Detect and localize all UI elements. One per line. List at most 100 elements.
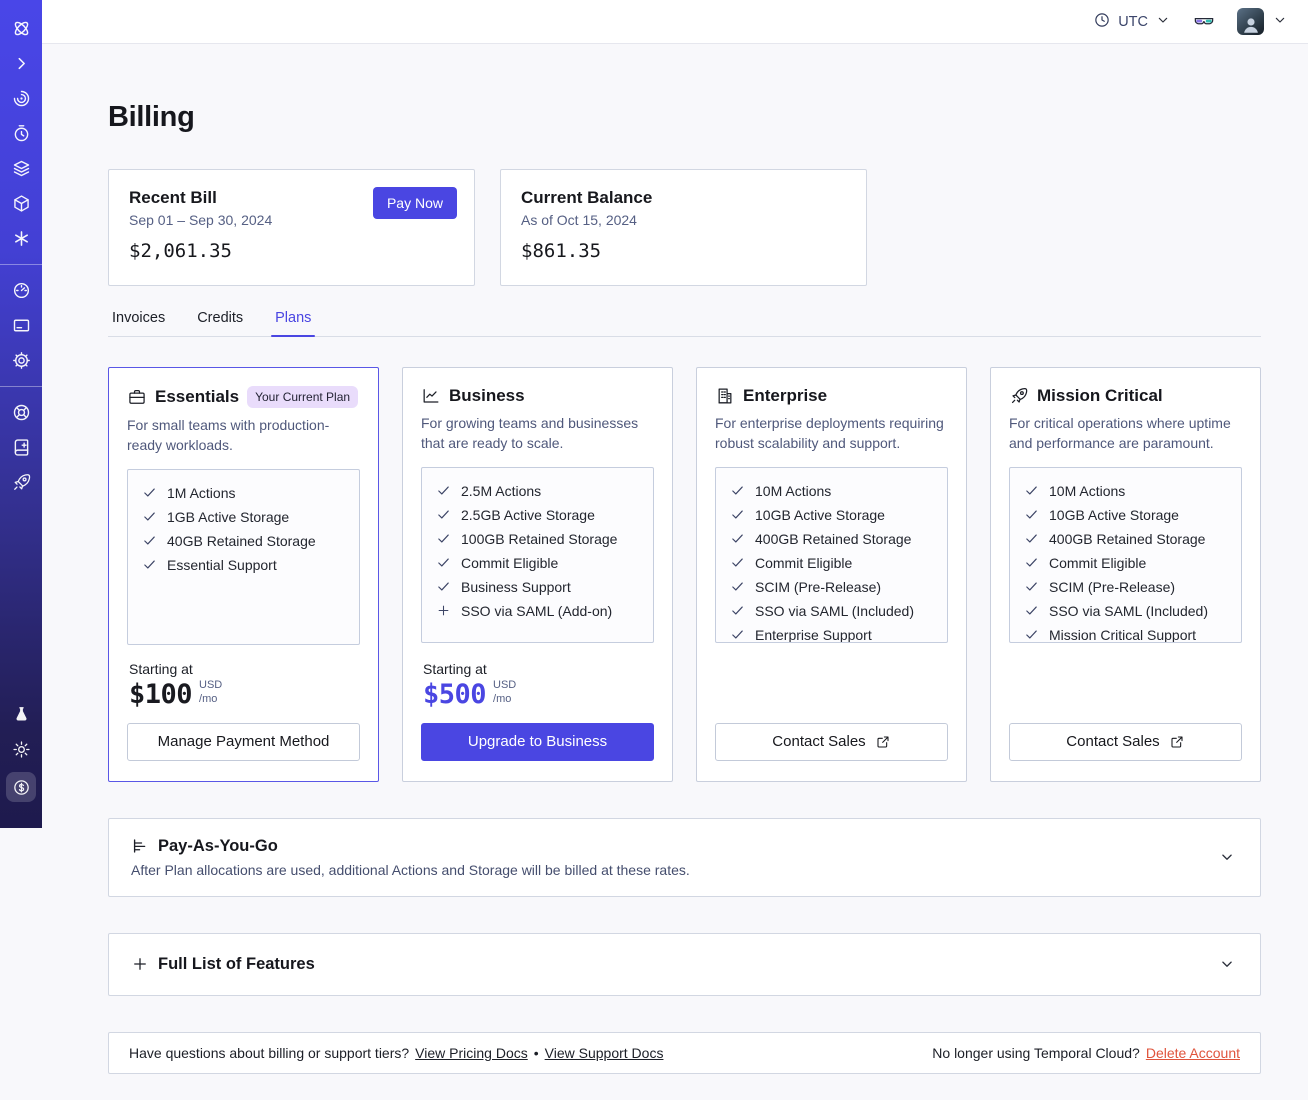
feature-item: 40GB Retained Storage — [142, 533, 345, 549]
plan-card-business: Business For growing teams and businesse… — [402, 367, 673, 782]
chevron-down-icon[interactable] — [1218, 848, 1236, 866]
gauge-icon[interactable] — [9, 278, 33, 302]
spiral-icon[interactable] — [9, 86, 33, 110]
chevron-down-icon — [1272, 12, 1288, 31]
price-period: /mo — [493, 693, 512, 706]
temporal-logo-icon[interactable] — [9, 16, 33, 40]
feature-label: Mission Critical Support — [1049, 626, 1197, 643]
footer-delete-question: No longer using Temporal Cloud? — [932, 1044, 1140, 1061]
check-icon — [730, 483, 745, 498]
chevron-right-icon[interactable] — [9, 51, 33, 75]
feature-item: SSO via SAML (Included) — [730, 603, 933, 619]
sun-icon[interactable] — [9, 737, 33, 761]
cube-icon[interactable] — [9, 191, 33, 215]
check-icon — [142, 533, 157, 548]
current-balance-amount: $861.35 — [521, 240, 602, 262]
plan-description: For small teams with production-ready wo… — [127, 417, 330, 454]
sidebar-nav — [0, 0, 42, 828]
check-icon — [730, 531, 745, 546]
plan-header: Enterprise — [715, 386, 948, 406]
page-title: Billing — [108, 101, 195, 133]
plan-action-button[interactable]: Contact Sales — [715, 722, 948, 761]
dollar-coin-icon[interactable] — [6, 772, 36, 802]
feature-label: Commit Eligible — [461, 554, 559, 571]
feature-item: 10GB Active Storage — [730, 507, 933, 523]
feature-item: Commit Eligible — [730, 555, 933, 571]
topbar: UTC — [42, 0, 1308, 44]
pay-now-button[interactable]: Pay Now — [372, 187, 457, 219]
rocket-icon[interactable] — [9, 470, 33, 494]
feature-item: Business Support — [436, 579, 639, 595]
plan-bottom: Contact Sales — [715, 722, 948, 761]
3d-glasses-icon[interactable] — [1191, 11, 1217, 33]
external-link-icon — [875, 734, 891, 750]
plan-header: Mission Critical — [1009, 386, 1242, 406]
price-label: Starting at — [423, 660, 487, 677]
payg-section[interactable]: Pay-As-You-Go After Plan allocations are… — [108, 817, 1261, 897]
plus-icon — [436, 603, 451, 618]
tab-credits[interactable]: Credits — [193, 310, 247, 336]
check-icon — [1024, 555, 1039, 570]
plan-action-button[interactable]: Contact Sales — [1009, 722, 1242, 761]
tab-invoices[interactable]: Invoices — [108, 310, 169, 336]
plan-name: Enterprise — [743, 386, 828, 405]
price-currency: USD — [493, 679, 517, 692]
check-icon — [436, 555, 451, 570]
feature-item: 400GB Retained Storage — [730, 531, 933, 547]
feature-label: 1GB Active Storage — [167, 508, 290, 525]
gear-icon[interactable] — [9, 348, 33, 372]
lifebuoy-icon[interactable] — [9, 400, 33, 424]
tab-plans[interactable]: Plans — [271, 310, 316, 337]
feature-label: Essential Support — [167, 556, 277, 573]
plan-card-essentials: Essentials Your Current Plan For small t… — [108, 367, 379, 782]
rocket-icon — [1009, 386, 1029, 406]
view-pricing-docs-link[interactable]: View Pricing Docs — [415, 1045, 528, 1061]
check-icon — [730, 627, 745, 642]
feature-item: SSO via SAML (Add-on) — [436, 603, 639, 619]
layers-icon[interactable] — [9, 156, 33, 180]
feature-item: 2.5GB Active Storage — [436, 507, 639, 523]
check-icon — [1024, 579, 1039, 594]
plan-card-mission-critical: Mission Critical For critical operations… — [990, 367, 1261, 782]
account-menu[interactable] — [1237, 8, 1288, 35]
plan-feature-list: 2.5M Actions 2.5GB Active Storage 100GB Re… — [421, 466, 654, 643]
plus-icon — [131, 955, 149, 973]
chevron-down-icon — [1155, 12, 1171, 32]
asterisk-icon[interactable] — [9, 226, 33, 250]
plan-name: Business — [449, 386, 525, 405]
flask-icon[interactable] — [9, 702, 33, 726]
full-features-title: Full List of Features — [158, 954, 315, 973]
book-icon[interactable] — [9, 435, 33, 459]
feature-item: 2.5M Actions — [436, 483, 639, 499]
feature-item: 10M Actions — [1024, 483, 1227, 499]
plan-price: Starting at $100 USD /mo — [129, 661, 358, 710]
feature-item: Commit Eligible — [1024, 555, 1227, 571]
full-features-section[interactable]: Full List of Features — [108, 932, 1261, 996]
feature-item: 10GB Active Storage — [1024, 507, 1227, 523]
external-link-icon — [1169, 734, 1185, 750]
plan-bottom: Contact Sales — [1009, 722, 1242, 761]
chevron-down-icon[interactable] — [1218, 955, 1236, 973]
footer-bar: Have questions about billing or support … — [108, 1031, 1261, 1074]
feature-label: 400GB Retained Storage — [755, 530, 912, 547]
plan-name: Essentials — [155, 387, 240, 406]
payg-title: Pay-As-You-Go — [158, 836, 278, 855]
delete-account-link[interactable]: Delete Account — [1146, 1045, 1240, 1061]
price-amount: $500 — [423, 678, 487, 710]
plan-action-button[interactable]: Manage Payment Method — [127, 722, 360, 761]
timezone-label: UTC — [1118, 13, 1148, 30]
chart-line-icon — [421, 386, 441, 406]
timezone-selector[interactable]: UTC — [1093, 11, 1171, 33]
building-icon — [715, 386, 735, 406]
timer-icon[interactable] — [9, 121, 33, 145]
feature-item: Enterprise Support — [730, 627, 933, 642]
sidebar-divider — [0, 386, 42, 387]
plan-action-button[interactable]: Upgrade to Business — [421, 722, 654, 761]
view-support-docs-link[interactable]: View Support Docs — [545, 1045, 664, 1061]
price-label: Starting at — [129, 660, 193, 677]
check-icon — [730, 555, 745, 570]
recent-bill-amount: $2,061.35 — [129, 240, 232, 262]
credit-card-icon[interactable] — [9, 313, 33, 337]
check-icon — [730, 603, 745, 618]
plan-feature-list: 10M Actions 10GB Active Storage 400GB Reta… — [715, 466, 948, 643]
